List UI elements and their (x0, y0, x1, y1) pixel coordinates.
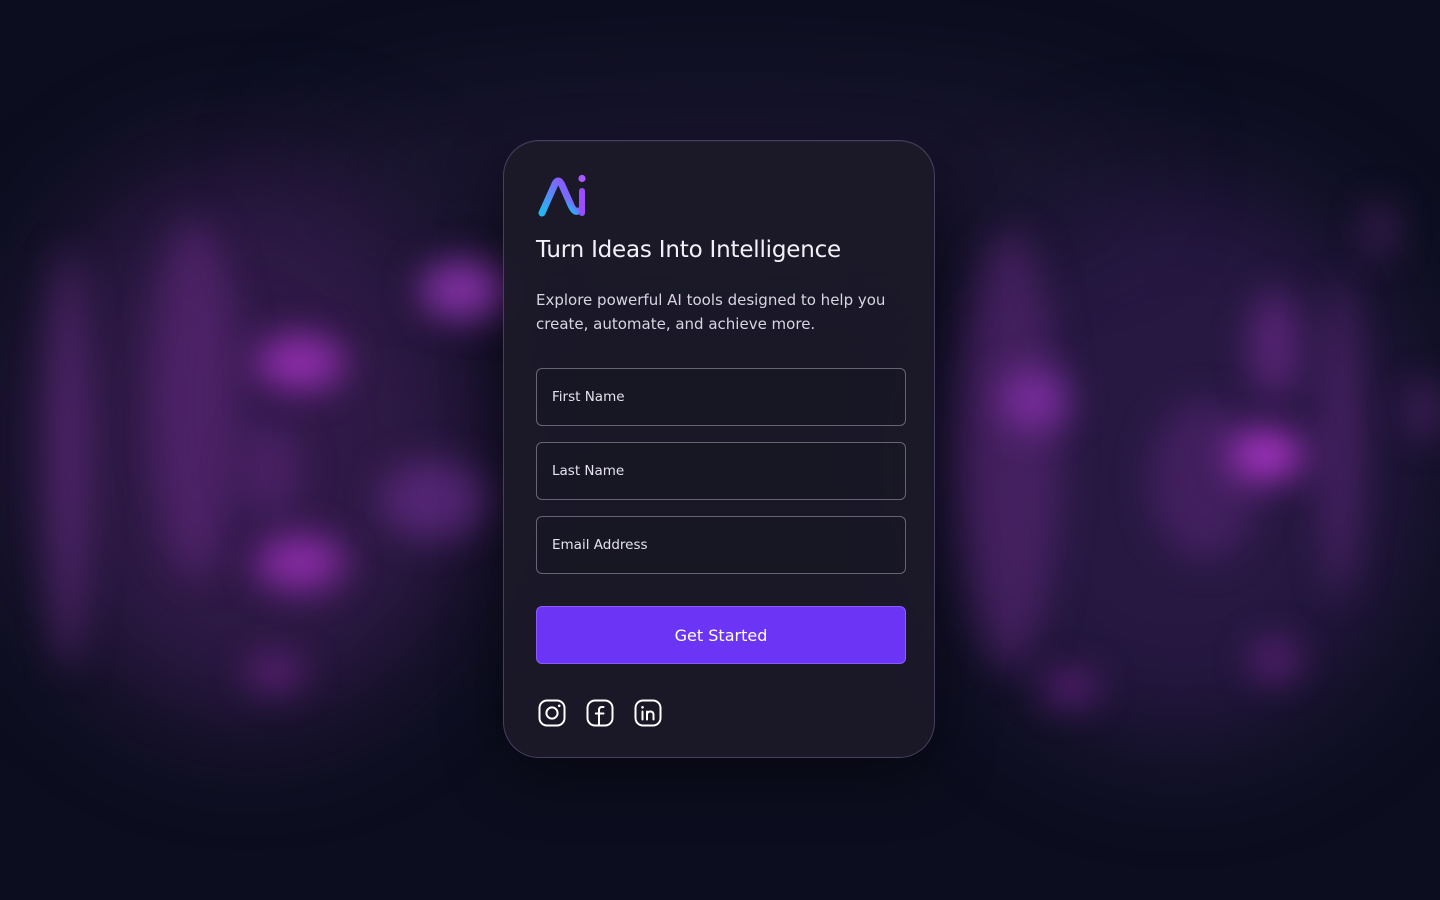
signup-card: Turn Ideas Into Intelligence Explore pow… (503, 140, 935, 758)
brand-logo (536, 173, 590, 219)
last-name-field[interactable] (536, 442, 906, 500)
instagram-icon (538, 699, 566, 727)
first-name-field[interactable] (536, 368, 906, 426)
social-links (537, 698, 663, 728)
facebook-link[interactable] (585, 698, 615, 728)
email-field[interactable] (536, 516, 906, 574)
page-subtitle: Explore powerful AI tools designed to he… (536, 291, 886, 333)
facebook-icon (586, 699, 614, 727)
get-started-button[interactable]: Get Started (536, 606, 906, 664)
instagram-link[interactable] (537, 698, 567, 728)
page: Turn Ideas Into Intelligence Explore pow… (0, 0, 1440, 900)
page-title: Turn Ideas Into Intelligence (536, 237, 841, 263)
linkedin-icon (634, 699, 662, 727)
linkedin-link[interactable] (633, 698, 663, 728)
ai-logo-icon (538, 174, 586, 217)
